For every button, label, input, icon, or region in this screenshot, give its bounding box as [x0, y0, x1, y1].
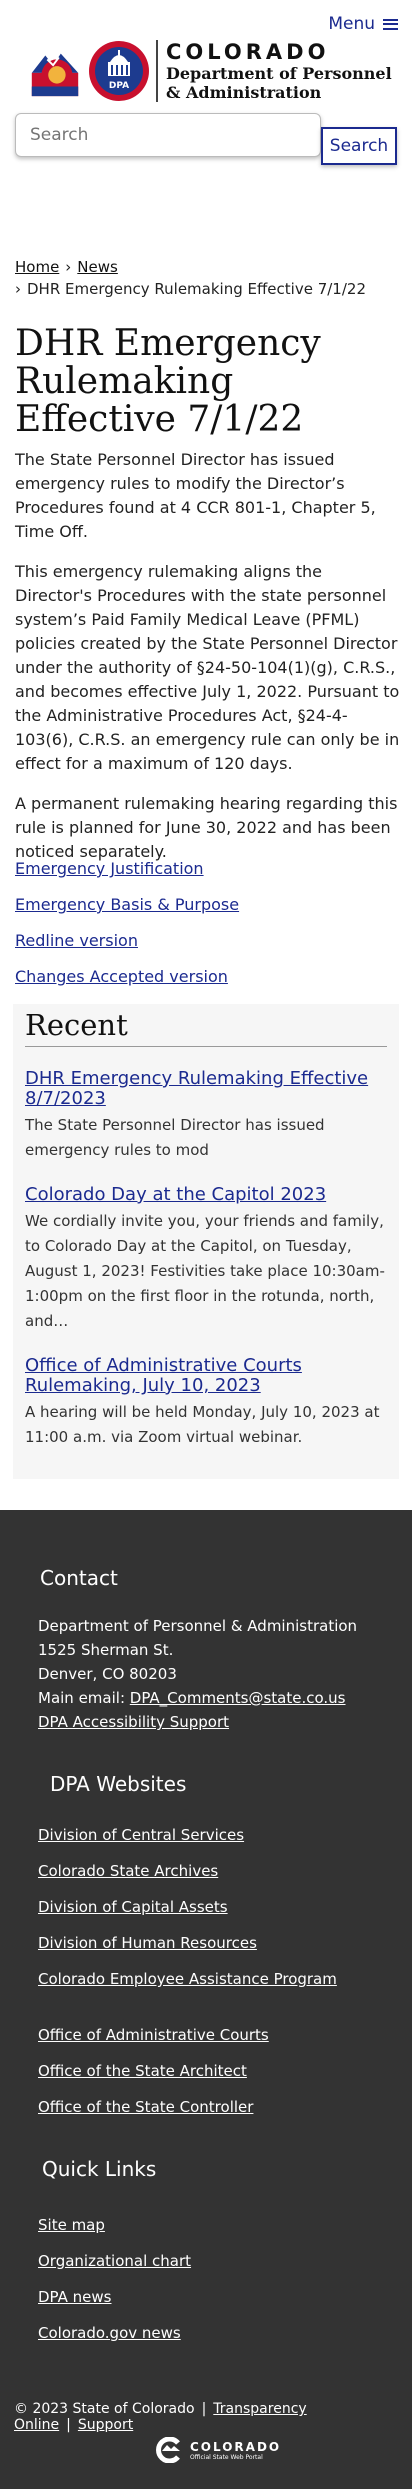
colorado-portal-c-icon	[156, 2437, 180, 2463]
footer-bottom-bar: © 2023 State of Colorado | Transparency On…	[14, 2401, 412, 2433]
recent-item-summary: We cordially invite you, your friends an…	[25, 1212, 385, 1330]
footer-link-state-archives[interactable]: Colorado State Archives	[38, 1860, 337, 1896]
footer-contact-heading: Contact	[40, 1566, 118, 1590]
recent-panel: Recent DHR Emergency Rulemaking Effectiv…	[13, 1004, 399, 1479]
footer-link-state-controller[interactable]: Office of the State Controller	[38, 2096, 269, 2132]
contact-city: Denver, CO 80203	[38, 1665, 177, 1683]
footer-link-central-services[interactable]: Division of Central Services	[38, 1824, 337, 1860]
search-button[interactable]: Search	[321, 127, 397, 165]
hamburger-icon	[383, 18, 398, 30]
recent-heading: Recent	[25, 1004, 387, 1047]
footer-link-org-chart[interactable]: Organizational chart	[38, 2250, 191, 2286]
footer-quick-links-heading: Quick Links	[42, 2157, 157, 2181]
brand-dept-line1: Department of Personnel	[166, 64, 392, 83]
contact-org: Department of Personnel & Administration	[38, 1617, 358, 1635]
footer-link-admin-courts[interactable]: Office of Administrative Courts	[38, 2024, 269, 2060]
breadcrumb-separator-icon: ›	[65, 258, 72, 276]
article-body: The State Personnel Director has issued …	[15, 448, 400, 880]
brand-text: COLORADO Department of Personnel & Admin…	[166, 40, 392, 102]
page-title: DHR Emergency Rulemaking Effective 7/1/2…	[15, 323, 321, 440]
copyright: © 2023 State of Colorado	[14, 2401, 195, 2417]
portal-subtitle: Official State Web Portal	[190, 2453, 263, 2461]
dpa-badge-text: DPA	[109, 81, 129, 91]
support-link[interactable]: Support	[78, 2417, 133, 2433]
footer-contact-block: Department of Personnel & Administration…	[38, 1614, 357, 1734]
link-emergency-basis[interactable]: Emergency Basis & Purpose	[15, 894, 239, 930]
footer-separator: |	[66, 2417, 71, 2433]
link-changes-accepted[interactable]: Changes Accepted version	[15, 966, 239, 1002]
link-redline-version[interactable]: Redline version	[15, 930, 239, 966]
recent-item-summary: The State Personnel Director has issued …	[25, 1116, 325, 1159]
breadcrumb-current: DHR Emergency Rulemaking Effective 7/1/2…	[27, 280, 366, 298]
recent-item-title[interactable]: DHR Emergency Rulemaking Effective 8/7/2…	[25, 1069, 387, 1109]
portal-name: COLORADO	[190, 2439, 282, 2454]
footer-websites-group-1: Division of Central Services Colorado St…	[38, 1824, 337, 2004]
menu-button[interactable]: Menu	[328, 14, 398, 34]
breadcrumb-separator-icon: ›	[15, 280, 21, 298]
footer-link-employee-assistance[interactable]: Colorado Employee Assistance Program	[38, 1968, 337, 2004]
contact-street: 1525 Sherman St.	[38, 1641, 174, 1659]
link-emergency-justification[interactable]: Emergency Justification	[15, 858, 239, 894]
menu-label: Menu	[328, 14, 375, 34]
footer-websites-heading: DPA Websites	[50, 1772, 187, 1796]
site-header: Menu DPA COLORADO Department of Personne…	[0, 0, 412, 110]
article-paragraph: This emergency rulemaking aligns the Dir…	[15, 562, 400, 773]
site-footer: Contact Department of Personnel & Admini…	[0, 1510, 412, 2489]
document-links: Emergency Justification Emergency Basis …	[15, 858, 239, 1002]
footer-link-state-architect[interactable]: Office of the State Architect	[38, 2060, 269, 2096]
footer-link-capital-assets[interactable]: Division of Capital Assets	[38, 1896, 337, 1932]
footer-separator: |	[201, 2401, 207, 2417]
recent-item: DHR Emergency Rulemaking Effective 8/7/2…	[25, 1069, 387, 1163]
recent-item: Colorado Day at the Capitol 2023 We cord…	[25, 1185, 387, 1334]
site-logo[interactable]: DPA COLORADO Department of Personnel & A…	[26, 40, 392, 102]
logo-divider	[156, 40, 158, 102]
recent-item-title[interactable]: Office of Administrative Courts Rulemaki…	[25, 1356, 387, 1396]
state-portal-logo[interactable]: COLORADO Official State Web Portal	[154, 2437, 281, 2463]
contact-email-link[interactable]: DPA_Comments@state.co.us	[130, 1689, 346, 1707]
contact-email-label: Main email:	[38, 1689, 125, 1707]
dpa-seal-icon: DPA	[89, 41, 149, 101]
footer-websites-group-2: Office of Administrative Courts Office o…	[38, 2024, 269, 2132]
article-paragraph: The State Personnel Director has issued …	[15, 450, 376, 541]
footer-link-human-resources[interactable]: Division of Human Resources	[38, 1932, 337, 1968]
recent-item: Office of Administrative Courts Rulemaki…	[25, 1356, 387, 1450]
footer-link-site-map[interactable]: Site map	[38, 2214, 191, 2250]
accessibility-link[interactable]: DPA Accessibility Support	[38, 1713, 229, 1731]
footer-link-colorado-news[interactable]: Colorado.gov news	[38, 2322, 191, 2358]
recent-item-title[interactable]: Colorado Day at the Capitol 2023	[25, 1185, 387, 1205]
recent-item-summary: A hearing will be held Monday, July 10, …	[25, 1403, 380, 1446]
footer-link-dpa-news[interactable]: DPA news	[38, 2286, 191, 2322]
brand-state: COLORADO	[166, 40, 330, 64]
brand-dept-line2: & Administration	[166, 83, 322, 102]
breadcrumb: Home › News › DHR Emergency Rulemaking Effe…	[15, 256, 366, 300]
breadcrumb-news[interactable]: News	[77, 258, 118, 276]
colorado-c-logo-icon	[26, 42, 84, 100]
breadcrumb-home[interactable]: Home	[15, 258, 59, 276]
article-paragraph: A permanent rulemaking hearing regarding…	[15, 794, 398, 861]
search-input[interactable]	[15, 113, 321, 157]
search-form: Search	[15, 113, 397, 165]
footer-quick-links: Site map Organizational chart DPA news C…	[38, 2214, 191, 2358]
